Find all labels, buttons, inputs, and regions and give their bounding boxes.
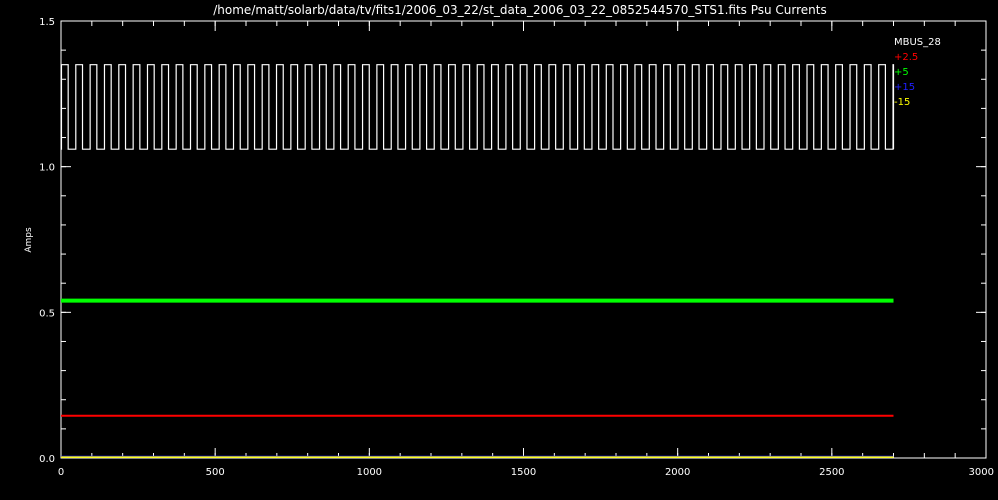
legend-entry: +2.5 [894, 52, 918, 63]
y-tick-label: 0.5 [39, 308, 55, 319]
y-tick-label: 0.0 [39, 454, 55, 465]
legend: MBUS_28 +2.5 +5 +15 -15 [894, 37, 941, 108]
x-tick-label: 0 [58, 467, 64, 478]
chart-svg: /home/matt/solarb/data/tv/fits1/2006_03_… [24, 3, 994, 478]
plot-frame [60, 20, 987, 459]
legend-entry: -15 [894, 97, 910, 108]
legend-entry: MBUS_28 [894, 37, 941, 48]
x-tick-label: 1000 [357, 467, 382, 478]
y-axis-label: Amps [24, 227, 34, 253]
y-tick-label: 1.0 [39, 163, 55, 174]
psu-currents-chart: /home/matt/solarb/data/tv/fits1/2006_03_… [0, 0, 998, 500]
y-tick-label: 1.5 [39, 17, 55, 28]
x-tick-label: 2500 [819, 467, 844, 478]
x-tick-label: 3000 [969, 467, 994, 478]
legend-entry: +15 [894, 82, 915, 93]
x-tick-label: 2000 [665, 467, 690, 478]
x-tick-label: 500 [206, 467, 225, 478]
x-tick-label: 1500 [511, 467, 536, 478]
series-line-MBUS28 [60, 64, 895, 150]
series-lines [60, 64, 895, 458]
chart-title: /home/matt/solarb/data/tv/fits1/2006_03_… [213, 3, 827, 17]
legend-entry: +5 [894, 67, 909, 78]
